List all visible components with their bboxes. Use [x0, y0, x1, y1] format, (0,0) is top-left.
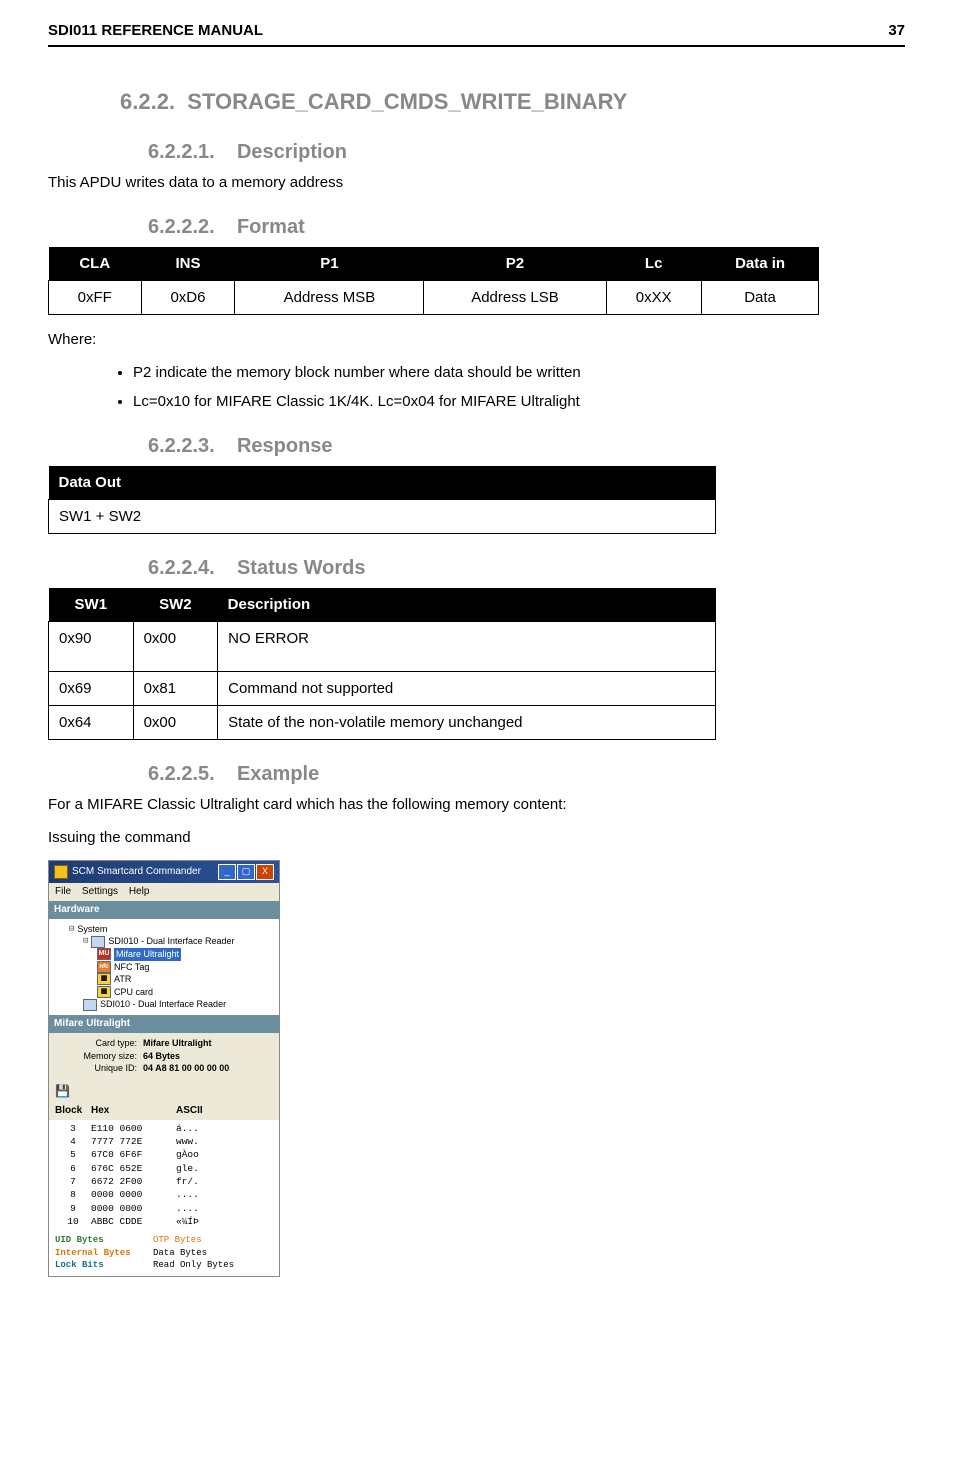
subsection-response: 6.2.2.3. Response	[148, 432, 905, 460]
th-data-out: Data Out	[49, 466, 716, 500]
page-number: 37	[888, 20, 905, 41]
th-p2: P2	[424, 247, 606, 281]
reader-icon	[91, 936, 105, 948]
uid-value: 04 A8 81 00 00 00 00	[143, 1063, 229, 1073]
hex-row[interactable]: 567C0 6F6FgÀoo	[55, 1148, 273, 1161]
where-list: P2 indicate the memory block number wher…	[103, 362, 905, 412]
menu-file[interactable]: File	[55, 886, 71, 897]
list-item: P2 indicate the memory block number wher…	[133, 362, 905, 383]
card-type-value: Mifare Ultralight	[143, 1038, 212, 1048]
tree-item-atr[interactable]: ▦ ATR	[55, 973, 273, 986]
menu-help[interactable]: Help	[129, 886, 150, 897]
th-lc: Lc	[606, 247, 701, 281]
section-heading: 6.2.2. STORAGE_CARD_CMDS_WRITE_BINARY	[120, 87, 905, 118]
legend-row: Internal BytesData Bytes	[55, 1247, 273, 1260]
list-item: Lc=0x10 for MIFARE Classic 1K/4K. Lc=0x0…	[133, 391, 905, 412]
subsection-status-words: 6.2.2.4. Status Words	[148, 554, 905, 582]
atr-icon: ▦	[97, 973, 111, 985]
hex-row[interactable]: 6676C 652Egle.	[55, 1162, 273, 1175]
cpu-icon: ▦	[97, 986, 111, 998]
table-row: 0x69 0x81 Command not supported	[49, 671, 716, 705]
th-sw1: SW1	[49, 588, 134, 622]
table-row: 0x64 0x00 State of the non-volatile memo…	[49, 705, 716, 739]
subsection-description: 6.2.2.1. Description	[148, 138, 905, 166]
legend-row: Lock BitsRead Only Bytes	[55, 1259, 273, 1272]
subsection-example: 6.2.2.5. Example	[148, 760, 905, 788]
close-button[interactable]: X	[256, 864, 274, 880]
save-icon[interactable]: 💾	[55, 1084, 70, 1098]
response-table: Data Out SW1 + SW2	[48, 466, 716, 534]
mifare-header: Mifare Ultralight	[49, 1015, 279, 1033]
page-header: SDI011 REFERENCE MANUAL 37	[48, 20, 905, 47]
tree-item-system[interactable]: ⊟ System	[55, 923, 273, 936]
reader-icon	[83, 999, 97, 1011]
hex-dump: 3E110 0600á... 47777 772Ewww. 567C0 6F6F…	[49, 1120, 279, 1230]
hex-row[interactable]: 3E110 0600á...	[55, 1122, 273, 1135]
table-row: 0x90 0x00 NO ERROR	[49, 621, 716, 671]
description-text: This APDU writes data to a memory addres…	[48, 172, 905, 193]
th-sw2: SW2	[133, 588, 218, 622]
th-ins: INS	[141, 247, 235, 281]
menu-settings[interactable]: Settings	[82, 886, 118, 897]
toolbar: 💾	[49, 1081, 279, 1102]
th-cla: CLA	[49, 247, 142, 281]
app-icon	[54, 865, 68, 879]
hex-row[interactable]: 80000 0000....	[55, 1188, 273, 1201]
hex-header: Block Hex ASCII	[49, 1102, 279, 1120]
memory-size-value: 64 Bytes	[143, 1051, 180, 1061]
col-ascii: ASCII	[176, 1104, 203, 1118]
uid-label: Unique ID:	[69, 1062, 143, 1075]
status-table: SW1 SW2 Description 0x90 0x00 NO ERROR 0…	[48, 588, 716, 740]
table-row: SW1 + SW2	[49, 499, 716, 533]
tree-item-mifare[interactable]: MU Mifare Ultralight	[55, 948, 273, 961]
hardware-tree: ⊟ System ⊟ SDI010 - Dual Interface Reade…	[49, 919, 279, 1015]
example-text-2: Issuing the command	[48, 827, 905, 848]
manual-title: SDI011 REFERENCE MANUAL	[48, 20, 263, 41]
legend: UID BytesOTP Bytes Internal BytesData By…	[49, 1230, 279, 1276]
hex-row[interactable]: 10ABBC CDDE«¼ÍÞ	[55, 1215, 273, 1228]
memory-size-label: Memory size:	[69, 1050, 143, 1063]
card-info: Card type:Mifare Ultralight Memory size:…	[49, 1033, 279, 1081]
card-type-label: Card type:	[69, 1037, 143, 1050]
tree-item-nfc[interactable]: nfc NFC Tag	[55, 961, 273, 974]
hex-row[interactable]: 47777 772Ewww.	[55, 1135, 273, 1148]
titlebar[interactable]: SCM Smartcard Commander _▢X	[49, 861, 279, 883]
nfc-icon: nfc	[97, 961, 111, 973]
app-window: SCM Smartcard Commander _▢X File Setting…	[48, 860, 280, 1277]
tree-item-reader-2[interactable]: SDI010 - Dual Interface Reader	[55, 998, 273, 1011]
where-label: Where:	[48, 329, 905, 350]
hex-row[interactable]: 76672 2F00fr/.	[55, 1175, 273, 1188]
window-title: SCM Smartcard Commander	[72, 865, 201, 879]
maximize-button[interactable]: ▢	[237, 864, 255, 880]
example-text-1: For a MIFARE Classic Ultralight card whi…	[48, 794, 905, 815]
th-desc: Description	[218, 588, 716, 622]
tree-item-cpu[interactable]: ▦ CPU card	[55, 986, 273, 999]
hardware-header: Hardware	[49, 901, 279, 919]
th-p1: P1	[235, 247, 424, 281]
format-table: CLA INS P1 P2 Lc Data in 0xFF 0xD6 Addre…	[48, 247, 819, 315]
minimize-button[interactable]: _	[218, 864, 236, 880]
hex-row[interactable]: 90000 0000....	[55, 1202, 273, 1215]
tree-item-reader[interactable]: ⊟ SDI010 - Dual Interface Reader	[55, 935, 273, 948]
col-hex: Hex	[91, 1104, 176, 1118]
window-controls: _▢X	[217, 864, 274, 880]
menubar: File Settings Help	[49, 883, 279, 901]
th-data-in: Data in	[701, 247, 818, 281]
table-row: 0xFF 0xD6 Address MSB Address LSB 0xXX D…	[49, 280, 819, 314]
col-block: Block	[55, 1104, 91, 1118]
subsection-format: 6.2.2.2. Format	[148, 213, 905, 241]
card-icon: MU	[97, 948, 111, 960]
legend-row: UID BytesOTP Bytes	[55, 1234, 273, 1247]
